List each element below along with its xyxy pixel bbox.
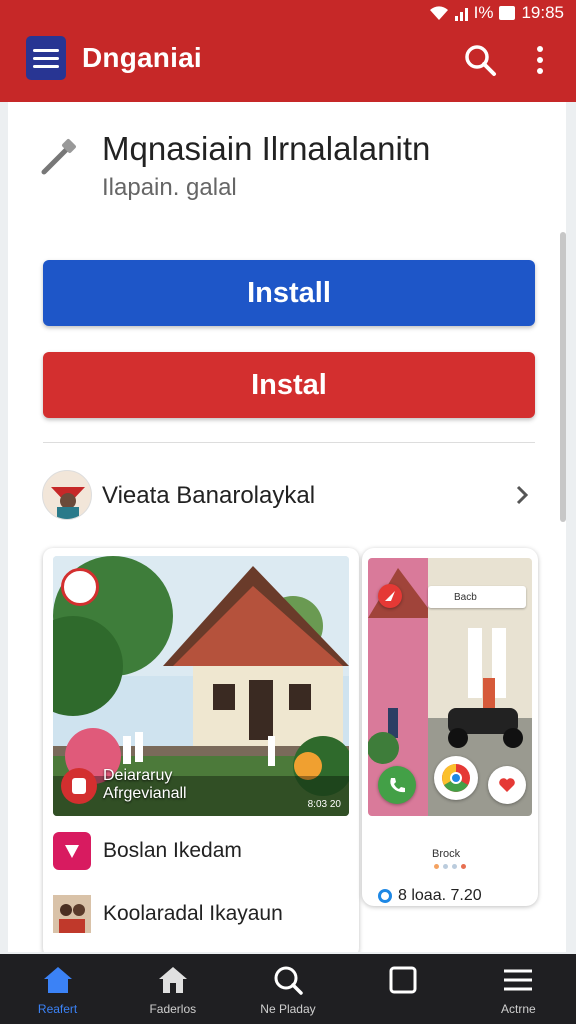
- nav-item-square[interactable]: [346, 954, 461, 1024]
- scrollbar[interactable]: [560, 232, 566, 522]
- nav-item-search[interactable]: Ne Pladay: [230, 954, 345, 1024]
- app-icon: [61, 768, 97, 804]
- badge-logo-icon: [61, 568, 99, 606]
- size-text: 8 loaa. 7.20: [398, 887, 482, 904]
- instal-button[interactable]: Instal: [43, 352, 535, 418]
- photo-caption-line2: Afrgevianall: [103, 785, 187, 802]
- photo-caption-line1: Deiararuy: [103, 767, 173, 784]
- list-item-label: Koolaradal Ikayaun: [103, 902, 283, 925]
- square-icon: [387, 964, 419, 996]
- phone-screenshot-card[interactable]: Bacb Brock 8 loaa. 7.20: [362, 548, 538, 906]
- home-icon: [42, 964, 74, 996]
- app-title: Dnganiai: [82, 42, 202, 73]
- pen-icon: [41, 139, 76, 175]
- phone-screenshot: Bacb: [368, 558, 532, 816]
- location-icon: [378, 584, 402, 608]
- developer-name[interactable]: Vieata Banarolaykal: [102, 482, 315, 510]
- phone-icon: [378, 766, 416, 804]
- search-icon: [272, 964, 304, 996]
- screenshot-card[interactable]: Deiararuy Afrgevianall 8:03 20 Boslan Ik…: [43, 548, 359, 952]
- photo-caption: Deiararuy Afrgevianall: [103, 767, 187, 803]
- battery-icon: [499, 6, 516, 20]
- nav-item-actrne[interactable]: Actrne: [461, 954, 576, 1024]
- heart-icon: [488, 766, 526, 804]
- list-item[interactable]: Koolaradal Ikayaun: [53, 894, 283, 934]
- app-bar: I% 19:85 Dnganiai: [0, 0, 576, 102]
- ring-icon: [378, 889, 392, 903]
- screenshot-photo: Deiararuy Afrgevianall 8:03 20: [53, 556, 349, 816]
- network-label: I%: [473, 3, 494, 22]
- shield-icon: [53, 832, 91, 870]
- wifi-icon: [429, 6, 448, 20]
- search-icon[interactable]: [462, 42, 498, 78]
- more-options-icon[interactable]: [526, 42, 554, 78]
- install-button[interactable]: Install: [43, 260, 535, 326]
- developer-avatar[interactable]: [42, 470, 92, 520]
- chrome-icon: [434, 756, 478, 800]
- avatar-icon: [53, 895, 91, 933]
- phone-card-caption: Brock: [432, 848, 461, 860]
- mini-bar-label: Bacb: [454, 591, 477, 603]
- nav-item-faderlos[interactable]: Faderlos: [115, 954, 230, 1024]
- nav-label: Faderlos: [149, 1002, 197, 1016]
- app-details-card: Mqnasiain Ilrnalalanitn Ilapain. galal I…: [8, 102, 566, 952]
- nav-label: Actrne: [501, 1002, 536, 1016]
- menu-button[interactable]: [26, 36, 66, 80]
- list-item[interactable]: Boslan Ikedam: [53, 831, 242, 871]
- home-outline-icon: [157, 964, 189, 996]
- bottom-nav: Reafert Faderlos Ne Pladay Actrne: [0, 954, 576, 1024]
- clock: 19:85: [521, 3, 564, 22]
- nav-item-home[interactable]: Reafert: [0, 954, 115, 1024]
- mini-search-bar: Bacb: [428, 586, 526, 608]
- photo-timestamp: 8:03 20: [307, 799, 341, 810]
- signal-icon: [454, 5, 468, 21]
- status-bar: I% 19:85: [429, 2, 564, 24]
- nav-label: Reafert: [37, 1002, 78, 1016]
- app-name: Mqnasiain Ilrnalalanitn: [102, 130, 431, 167]
- size-info: 8 loaa. 7.20: [378, 887, 482, 905]
- carousel-dots: [434, 864, 466, 869]
- nav-label: Ne Pladay: [260, 1002, 316, 1016]
- divider: [43, 442, 535, 443]
- app-subtitle: Ilapain. galal: [102, 174, 237, 201]
- chevron-right-icon[interactable]: [514, 484, 530, 506]
- list-item-label: Boslan Ikedam: [103, 839, 242, 862]
- menu-icon: [502, 964, 534, 996]
